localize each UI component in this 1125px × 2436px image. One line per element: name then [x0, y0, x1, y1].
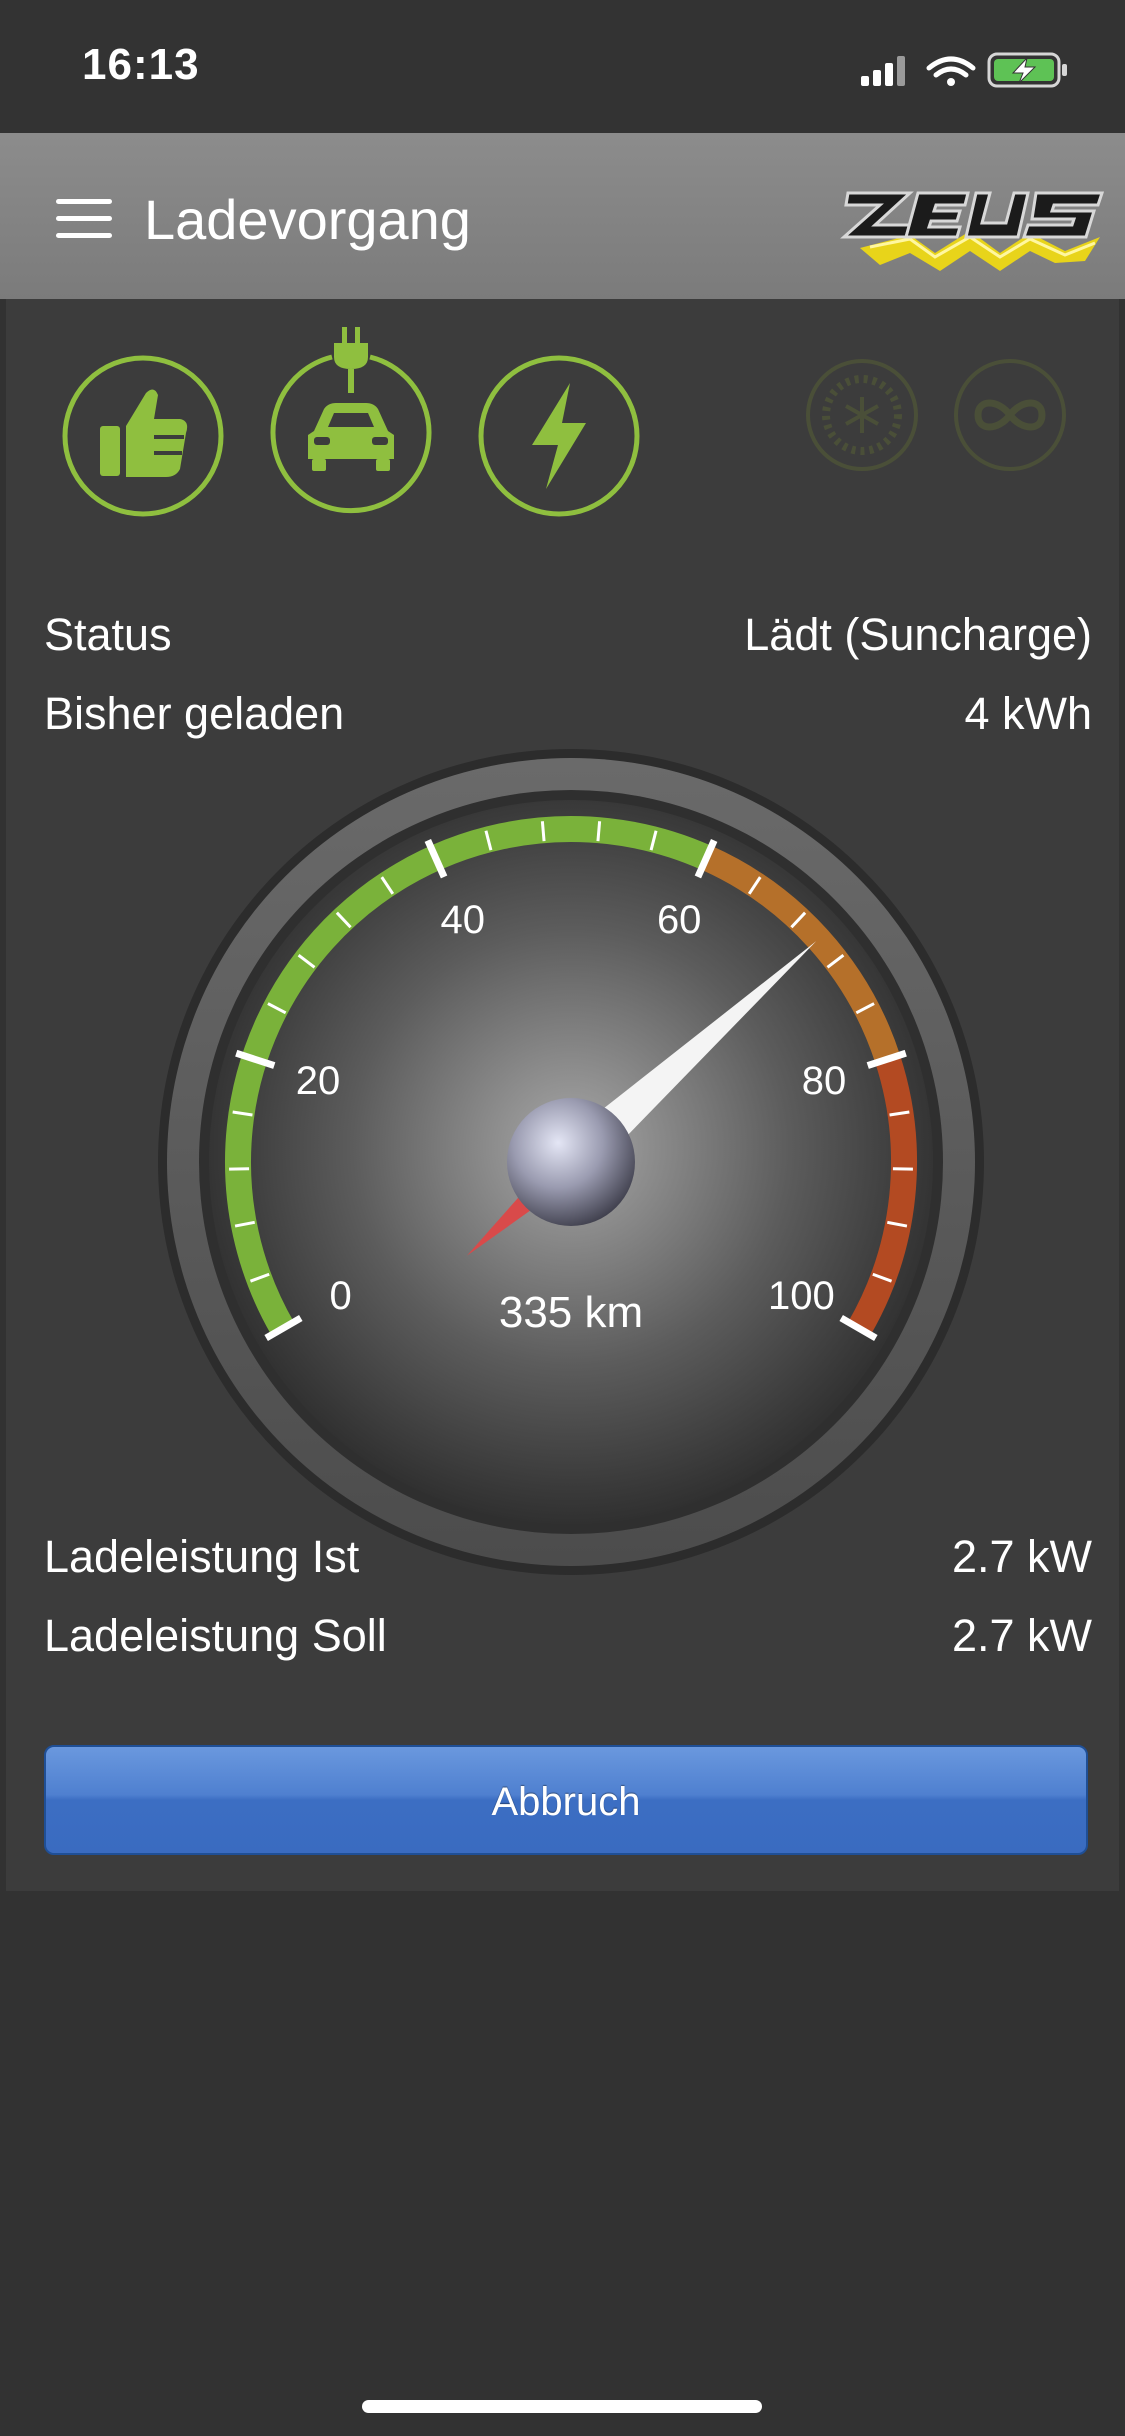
- hamburger-line: [56, 216, 112, 221]
- battery-charging-icon: [987, 52, 1067, 88]
- charged-energy-label: Bisher geladen: [44, 688, 345, 739]
- charge-gauge: 0 20 40 60 80 100 335 km: [158, 749, 984, 1575]
- gauge-tick-label: 80: [802, 1059, 847, 1103]
- status-bar: 16:13: [0, 0, 1125, 133]
- actual-power-value: 2.7 kW: [951, 1531, 1092, 1582]
- car-plug-icon[interactable]: [266, 327, 436, 521]
- gauge-tick-label: 20: [296, 1059, 341, 1103]
- thumbs-up-icon[interactable]: [58, 351, 228, 521]
- hamburger-line: [56, 233, 112, 238]
- status-icons: [861, 52, 1067, 88]
- menu-button[interactable]: [56, 199, 112, 239]
- charged-energy-value: 4 kWh: [964, 688, 1092, 739]
- gauge-minor-tick: [540, 821, 546, 842]
- gauge-readout: 335 km: [499, 1288, 643, 1337]
- zeus-logo: [840, 191, 1105, 271]
- page-title: Ladevorgang: [144, 188, 471, 251]
- infinity-icon[interactable]: [950, 355, 1070, 475]
- target-power-value: 2.7 kW: [951, 1610, 1092, 1661]
- target-power-label: Ladeleistung Soll: [44, 1610, 387, 1661]
- app-header: Ladevorgang: [0, 133, 1125, 299]
- gauge-tick-label: 0: [330, 1274, 352, 1318]
- status-value: Lädt (Suncharge): [744, 609, 1092, 660]
- lightning-icon[interactable]: [474, 351, 644, 521]
- gauge-tick-label: 40: [441, 898, 486, 942]
- snowflake-timer-icon[interactable]: [802, 355, 922, 475]
- gauge-tick-label: 60: [657, 898, 702, 942]
- abort-button[interactable]: Abbruch: [44, 1745, 1088, 1855]
- status-label: Status: [44, 609, 172, 660]
- cellular-signal-icon: [861, 56, 905, 86]
- actual-power-label: Ladeleistung Ist: [44, 1531, 360, 1582]
- wifi-icon: [926, 56, 976, 86]
- status-time: 16:13: [82, 40, 200, 89]
- charged-energy-row: Bisher geladen 4 kWh: [44, 688, 1092, 748]
- gauge-minor-tick: [596, 821, 602, 842]
- target-power-row: Ladeleistung Soll 2.7 kW: [44, 1610, 1092, 1670]
- charging-panel: Status Lädt (Suncharge) Bisher geladen 4…: [6, 299, 1119, 1891]
- gauge-hub: [507, 1098, 635, 1226]
- actual-power-row: Ladeleistung Ist 2.7 kW: [44, 1531, 1092, 1591]
- status-row: Status Lädt (Suncharge): [44, 609, 1092, 669]
- gauge-tick-label: 100: [768, 1274, 835, 1318]
- home-indicator[interactable]: [362, 2400, 762, 2413]
- hamburger-icon: [56, 199, 112, 204]
